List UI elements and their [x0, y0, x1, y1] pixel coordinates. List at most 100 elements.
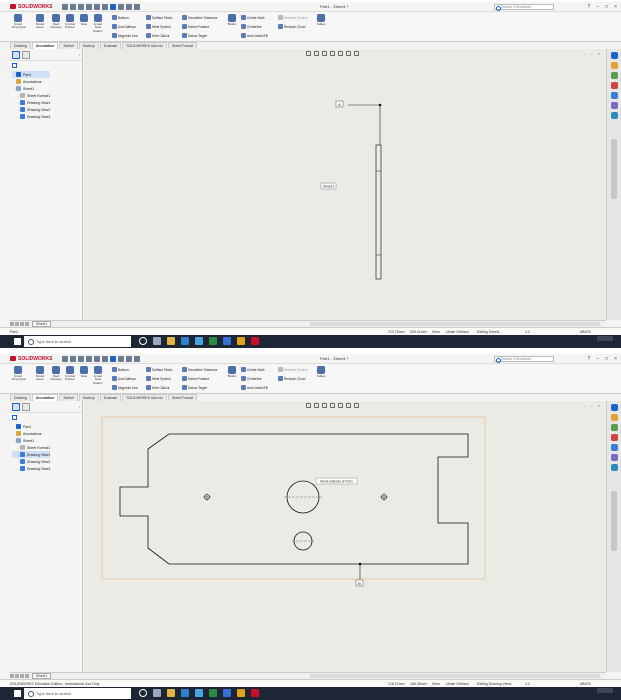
- solidworks-resources-icon[interactable]: [610, 52, 618, 59]
- feature-tree-tab-icon[interactable]: [12, 402, 20, 411]
- help-icon[interactable]: ?: [587, 4, 590, 10]
- prev-sheet-icon[interactable]: [15, 322, 19, 326]
- forum-icon[interactable]: [610, 112, 618, 119]
- balloon-button[interactable]: Balloon: [112, 367, 129, 372]
- tab-sketch[interactable]: Sketch: [59, 394, 79, 401]
- forum-icon[interactable]: [610, 464, 618, 471]
- graphics-area[interactable]: – ▫ × Sheet Callouts of Part1 B: [84, 401, 606, 672]
- chrome-icon[interactable]: [237, 689, 245, 697]
- first-sheet-icon[interactable]: [10, 674, 14, 678]
- tab-evaluate[interactable]: Evaluate: [99, 42, 122, 49]
- next-sheet-icon[interactable]: [20, 674, 24, 678]
- centerline-button[interactable]: Centerline: [241, 376, 262, 381]
- tab-markup[interactable]: Markup: [79, 394, 99, 401]
- revision-cloud-button[interactable]: Revision Cloud: [278, 24, 305, 29]
- format-painter-button[interactable]: Format Painter: [64, 14, 76, 30]
- custom-properties-icon[interactable]: [610, 454, 618, 461]
- solidworks-resources-icon[interactable]: [610, 404, 618, 411]
- area-hatch-button[interactable]: Area Hatch/Fill: [241, 385, 268, 390]
- revision-cloud-button[interactable]: Revision Cloud: [278, 376, 305, 381]
- tree-item-annotations[interactable]: Annotations: [12, 430, 50, 437]
- auto-balloon-button[interactable]: Auto Balloon: [112, 24, 136, 29]
- file-properties-icon[interactable]: [126, 355, 132, 362]
- open-icon[interactable]: [78, 355, 84, 362]
- spell-checker-button[interactable]: Spell Checker: [50, 14, 62, 30]
- tray-icons[interactable]: [597, 336, 613, 341]
- graphics-area[interactable]: – ▫ × A Sheet1: [84, 49, 606, 320]
- windows-start-icon[interactable]: [14, 338, 21, 345]
- model-items-button[interactable]: Model Items: [34, 366, 46, 382]
- centerline-button[interactable]: Centerline: [241, 24, 262, 29]
- blocks-button[interactable]: Blocks: [226, 14, 238, 26]
- windows-start-icon[interactable]: [14, 690, 21, 697]
- tab-drawing[interactable]: Drawing: [10, 42, 31, 49]
- magnetic-line-button[interactable]: Magnetic Line: [112, 33, 138, 38]
- status-units[interactable]: MMGS: [580, 682, 591, 686]
- linear-note-pattern-button[interactable]: Linear Note Pattern: [92, 14, 104, 33]
- note-button[interactable]: Note: [78, 366, 90, 378]
- task-view-icon[interactable]: [153, 689, 161, 697]
- word-icon[interactable]: [223, 689, 231, 697]
- chevron-right-icon[interactable]: ›: [79, 52, 80, 57]
- horizontal-scrollbar[interactable]: [310, 322, 600, 326]
- tab-markup[interactable]: Markup: [79, 42, 99, 49]
- chrome-icon[interactable]: [237, 337, 245, 345]
- model-items-button[interactable]: Model Items: [34, 14, 46, 30]
- front-view-drawing[interactable]: Sheet Callouts of Part1 B: [101, 416, 486, 587]
- tree-item-drawing-view1[interactable]: › Drawing View1: [12, 99, 50, 106]
- first-sheet-icon[interactable]: [10, 322, 14, 326]
- search-commands-input[interactable]: Search Commands: [494, 356, 554, 363]
- appearances-icon[interactable]: [610, 92, 618, 99]
- tree-item-drawing-view3[interactable]: › Drawing View3: [12, 113, 50, 120]
- tables-button[interactable]: Tables: [315, 366, 327, 378]
- prev-sheet-icon[interactable]: [15, 674, 19, 678]
- rebuild-icon[interactable]: [118, 3, 124, 10]
- cortana-icon[interactable]: [139, 689, 147, 697]
- tree-item-drawing-view1[interactable]: › Drawing View1: [12, 451, 51, 458]
- center-mark-button[interactable]: Center Mark: [241, 15, 265, 20]
- view-palette-icon[interactable]: [610, 82, 618, 89]
- file-explorer-icon[interactable]: [167, 689, 175, 697]
- weld-symbol-button[interactable]: Weld Symbol: [146, 376, 171, 381]
- auto-balloon-button[interactable]: Auto Balloon: [112, 376, 136, 381]
- tree-item-drawing-view3[interactable]: › Drawing View3: [12, 465, 50, 472]
- tab-sketch[interactable]: Sketch: [59, 42, 79, 49]
- undo-icon[interactable]: [102, 355, 108, 362]
- excel-icon[interactable]: [209, 689, 217, 697]
- tree-item-annotations[interactable]: Annotations: [12, 78, 50, 85]
- vertical-scrollbar[interactable]: [611, 491, 617, 551]
- format-painter-button[interactable]: Format Painter: [64, 366, 76, 382]
- options-icon[interactable]: [134, 355, 140, 362]
- file-explorer-icon[interactable]: [610, 72, 618, 79]
- magnetic-line-button[interactable]: Magnetic Line: [112, 385, 138, 390]
- vertical-scrollbar[interactable]: [611, 139, 617, 199]
- next-sheet-icon[interactable]: [20, 322, 24, 326]
- tree-item-sheet-format1[interactable]: › Sheet Format1: [12, 92, 50, 99]
- surface-finish-button[interactable]: Surface Finish: [146, 15, 172, 20]
- weld-symbol-button[interactable]: Weld Symbol: [146, 24, 171, 29]
- geometric-tolerance-button[interactable]: Geometric Tolerance: [182, 15, 217, 20]
- new-document-icon[interactable]: [70, 355, 76, 362]
- file-properties-icon[interactable]: [126, 3, 132, 10]
- file-explorer-icon[interactable]: [610, 424, 618, 431]
- linear-note-pattern-button[interactable]: Linear Note Pattern: [92, 366, 104, 385]
- custom-properties-icon[interactable]: [610, 102, 618, 109]
- status-units[interactable]: MMGS: [580, 330, 591, 334]
- tab-addins[interactable]: SOLIDWORKS Add-Ins: [122, 394, 167, 401]
- options-icon[interactable]: [134, 3, 140, 10]
- store-icon[interactable]: [195, 689, 203, 697]
- maximize-button[interactable]: □: [605, 356, 608, 362]
- edge-icon[interactable]: [181, 337, 189, 345]
- solidworks-logo[interactable]: SOLIDWORKS: [10, 356, 52, 362]
- rebuild-icon[interactable]: [118, 355, 124, 362]
- tray-icons[interactable]: [597, 688, 613, 693]
- close-button[interactable]: ×: [614, 356, 617, 362]
- area-hatch-button[interactable]: Area Hatch/Fill: [241, 33, 268, 38]
- tree-item-sheet-format1[interactable]: › Sheet Format1: [12, 444, 50, 451]
- property-manager-tab-icon[interactable]: [22, 50, 30, 59]
- datum-target-button[interactable]: Datum Target: [182, 33, 207, 38]
- tab-evaluate[interactable]: Evaluate: [99, 394, 122, 401]
- save-icon[interactable]: [86, 3, 92, 10]
- print-icon[interactable]: [94, 3, 100, 10]
- solidworks-logo[interactable]: SOLIDWORKS: [10, 4, 52, 10]
